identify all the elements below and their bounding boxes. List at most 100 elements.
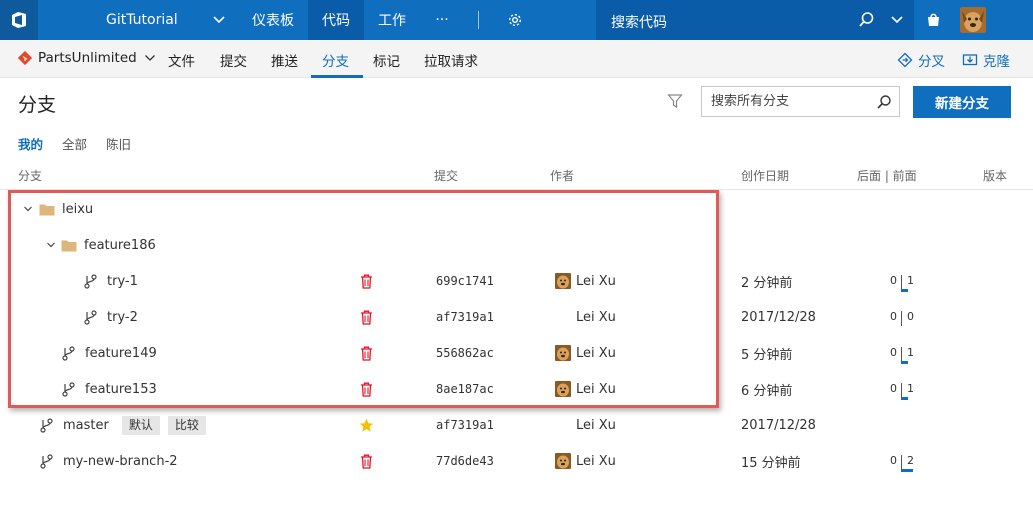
branch-name-link[interactable]: feature149 bbox=[85, 335, 157, 371]
branch-name-link[interactable]: feature153 bbox=[85, 371, 157, 407]
branch-search-input[interactable] bbox=[702, 87, 872, 116]
hub-code[interactable]: 代码 bbox=[308, 0, 364, 40]
filter-icon[interactable] bbox=[667, 93, 683, 113]
pivot-mine[interactable]: 我的 bbox=[18, 134, 43, 153]
branch-name-link[interactable]: try-1 bbox=[107, 263, 138, 299]
trash-icon[interactable] bbox=[360, 335, 373, 371]
authored-date: 2 分钟前 bbox=[741, 275, 793, 291]
column-header-commit[interactable]: 提交 bbox=[434, 167, 458, 184]
expand-chevron-icon[interactable] bbox=[23, 191, 33, 227]
vsts-logo-icon[interactable] bbox=[0, 0, 38, 40]
project-name: GitTutorial bbox=[106, 12, 178, 28]
author-name: Lei Xu bbox=[576, 345, 616, 361]
search-icon[interactable] bbox=[876, 94, 892, 114]
pivot-all[interactable]: 全部 bbox=[62, 134, 87, 153]
search-icon[interactable] bbox=[858, 11, 875, 32]
author-name: Lei Xu bbox=[576, 309, 616, 325]
behind-ahead-divider bbox=[901, 347, 902, 362]
folder-icon bbox=[61, 227, 77, 263]
column-header-branch[interactable]: 分支 bbox=[18, 167, 42, 184]
ahead-count: 0 bbox=[907, 310, 914, 323]
behind-ahead-indicator[interactable]: 0 1 bbox=[880, 335, 920, 371]
behind-ahead-divider bbox=[901, 275, 902, 290]
authored-date: 2017/12/28 bbox=[741, 417, 816, 433]
clone-label: 克隆 bbox=[983, 54, 1010, 70]
commit-id-link[interactable]: af7319a1 bbox=[436, 299, 494, 335]
column-header-behind-ahead[interactable]: 后面 | 前面 bbox=[857, 167, 917, 184]
commit-id-link[interactable]: 556862ac bbox=[436, 335, 494, 371]
behind-ahead-indicator[interactable]: 0 2 bbox=[880, 443, 920, 479]
branch-name-link[interactable]: master bbox=[63, 418, 109, 433]
project-selector[interactable]: GitTutorial bbox=[38, 0, 238, 40]
authored-date: 5 分钟前 bbox=[741, 347, 793, 363]
tab-pushes[interactable]: 推送 bbox=[271, 50, 298, 70]
behind-ahead-divider bbox=[901, 455, 902, 470]
branch-row[interactable]: my-new-branch-2 77d6de43 Lei Xu 15 分钟前 0… bbox=[0, 443, 1033, 479]
gear-icon[interactable] bbox=[496, 0, 534, 40]
authored-date: 2017/12/28 bbox=[741, 309, 816, 325]
commit-id-link[interactable]: af7319a1 bbox=[436, 407, 494, 443]
branch-name-link[interactable]: try-2 bbox=[107, 299, 138, 335]
column-header-date[interactable]: 创作日期 bbox=[741, 167, 789, 184]
behind-ahead-indicator[interactable]: 0 1 bbox=[880, 263, 920, 299]
author-avatar bbox=[555, 453, 571, 469]
tab-files[interactable]: 文件 bbox=[168, 50, 195, 70]
branch-row[interactable]: master 默认 比较 af7319a1 Lei Xu 2017/12/28 bbox=[0, 407, 1033, 443]
ahead-count: 1 bbox=[907, 274, 914, 287]
trash-icon[interactable] bbox=[360, 263, 373, 299]
hub-dashboard[interactable]: 仪表板 bbox=[238, 0, 308, 40]
branch-row[interactable]: feature149 556862ac Lei Xu 5 分钟前 0 1 bbox=[0, 335, 1033, 371]
topbar-divider bbox=[478, 11, 479, 29]
branch-row[interactable]: feature153 8ae187ac Lei Xu 6 分钟前 0 1 bbox=[0, 371, 1033, 407]
commit-id-link[interactable]: 77d6de43 bbox=[436, 443, 494, 479]
trash-icon[interactable] bbox=[360, 371, 373, 407]
folder-icon bbox=[39, 191, 55, 227]
ahead-bar bbox=[901, 361, 908, 364]
clone-button[interactable]: 克隆 bbox=[962, 50, 1010, 70]
column-header-version[interactable]: 版本 bbox=[983, 167, 1007, 184]
pivot-stale[interactable]: 陈旧 bbox=[106, 134, 131, 153]
branch-row[interactable]: try-1 699c1741 Lei Xu 2 分钟前 0 1 bbox=[0, 263, 1033, 299]
tree-folder-row[interactable]: leixu bbox=[0, 191, 1033, 227]
trash-icon[interactable] bbox=[360, 299, 373, 335]
code-search-box[interactable]: 搜索代码 bbox=[596, 0, 914, 40]
tab-tags[interactable]: 标记 bbox=[373, 50, 400, 70]
branch-name-link[interactable]: my-new-branch-2 bbox=[63, 443, 178, 479]
active-tab-indicator bbox=[311, 75, 363, 78]
commit-id-link[interactable]: 699c1741 bbox=[436, 263, 494, 299]
new-branch-button[interactable]: 新建分支 bbox=[913, 86, 1011, 118]
branch-name-cell: master 默认 比较 bbox=[63, 407, 206, 443]
author-name: Lei Xu bbox=[576, 273, 616, 289]
branch-row[interactable]: try-2 af7319a1 Lei Xu 2017/12/28 0 0 bbox=[0, 299, 1033, 335]
behind-ahead-indicator[interactable]: 0 1 bbox=[880, 371, 920, 407]
shopping-bag-icon[interactable] bbox=[925, 11, 942, 32]
trash-icon[interactable] bbox=[360, 443, 373, 479]
fork-button[interactable]: 分叉 bbox=[897, 50, 945, 70]
chevron-down-icon[interactable] bbox=[890, 13, 904, 31]
column-header-author[interactable]: 作者 bbox=[550, 167, 574, 184]
tab-commits[interactable]: 提交 bbox=[220, 50, 247, 70]
author-name: Lei Xu bbox=[576, 453, 616, 469]
tree-folder-row[interactable]: feature186 bbox=[0, 227, 1033, 263]
branch-search-box[interactable] bbox=[701, 86, 900, 117]
commit-id-link[interactable]: 8ae187ac bbox=[436, 371, 494, 407]
behind-count: 0 bbox=[890, 346, 897, 359]
compare-badge[interactable]: 比较 bbox=[167, 415, 206, 435]
behind-count: 0 bbox=[890, 310, 897, 323]
branch-icon bbox=[40, 407, 53, 443]
expand-chevron-icon[interactable] bbox=[46, 227, 56, 263]
clone-icon bbox=[962, 54, 978, 66]
star-icon[interactable] bbox=[359, 407, 374, 443]
repo-selector[interactable]: PartsUnlimited bbox=[18, 50, 156, 66]
behind-ahead-indicator[interactable]: 0 0 bbox=[880, 299, 920, 335]
authored-date: 15 分钟前 bbox=[741, 455, 801, 471]
header-divider bbox=[0, 189, 1033, 190]
tab-pull-requests[interactable]: 拉取请求 bbox=[424, 50, 478, 70]
more-hubs-button[interactable]: ··· bbox=[420, 0, 464, 40]
tab-branches[interactable]: 分支 bbox=[322, 50, 349, 70]
hub-work[interactable]: 工作 bbox=[364, 0, 420, 40]
branch-icon bbox=[40, 443, 53, 479]
user-avatar[interactable] bbox=[960, 7, 986, 33]
behind-count: 0 bbox=[890, 274, 897, 287]
authored-date: 6 分钟前 bbox=[741, 383, 793, 399]
